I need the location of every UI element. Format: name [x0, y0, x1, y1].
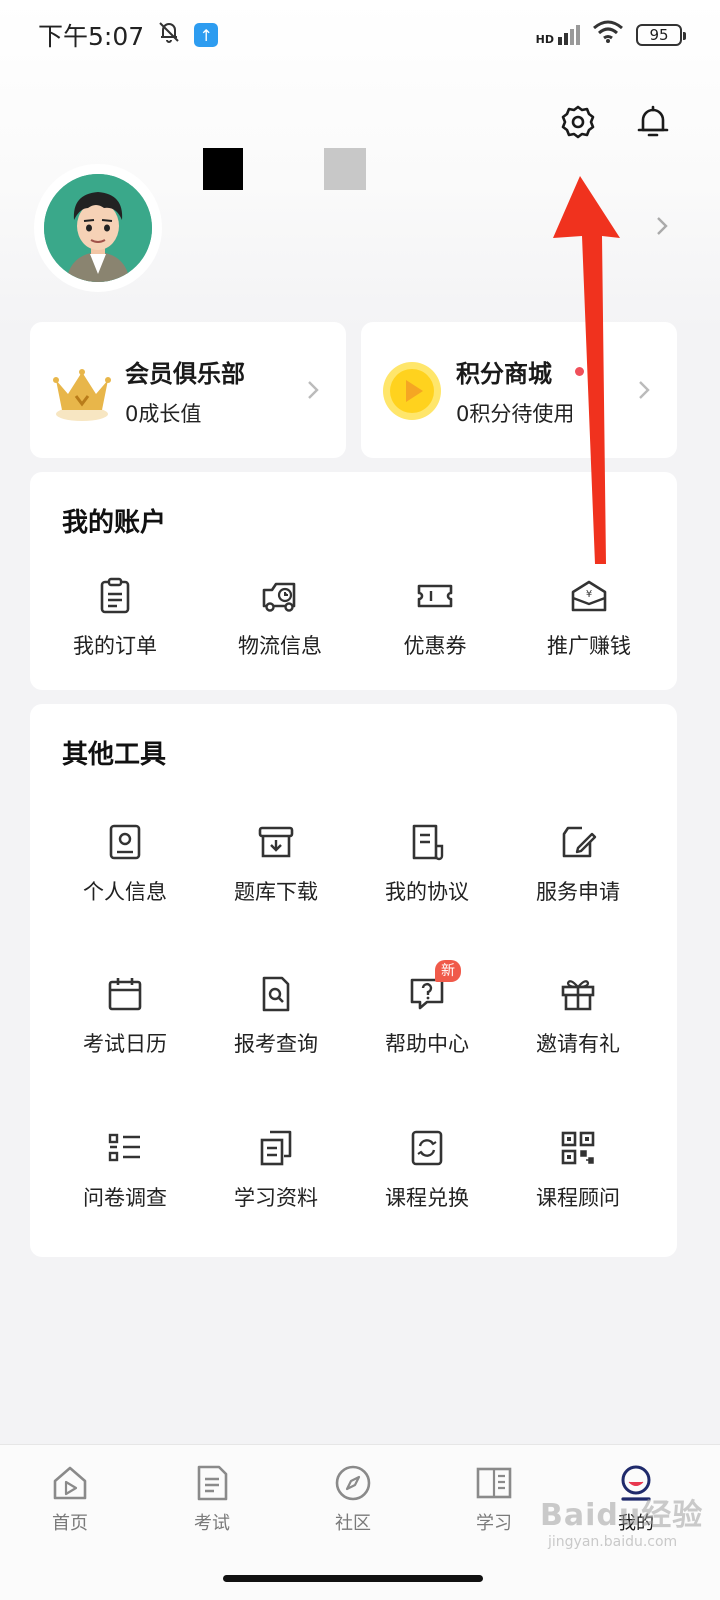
- coin-play-icon: [381, 360, 443, 422]
- tool-item-question-download[interactable]: 题库下载: [201, 822, 351, 906]
- watermark-text: Baidu经验: [540, 1498, 704, 1533]
- bell-icon: [637, 105, 669, 137]
- profile-card-icon: [109, 824, 141, 860]
- tab-label: 首页: [52, 1513, 88, 1534]
- tool-item-label: 帮助中心: [385, 1032, 469, 1056]
- tool-item-label: 邀请有礼: [536, 1032, 620, 1056]
- tab-community[interactable]: 社区: [293, 1463, 413, 1535]
- chevron-right-icon: [304, 376, 322, 404]
- calendar-icon: [108, 978, 142, 1011]
- exam-doc-icon: [197, 1465, 228, 1501]
- notification-button[interactable]: [633, 102, 673, 142]
- member-club-card[interactable]: 会员俱乐部 0成长值: [30, 322, 346, 458]
- section-title: 其他工具: [62, 740, 167, 770]
- wifi-icon: [592, 20, 624, 50]
- tool-item-study-materials[interactable]: 学习资料: [201, 1128, 351, 1212]
- watermark-sub: jingyan.baidu.com: [548, 1534, 678, 1550]
- tool-item-label: 我的协议: [385, 880, 469, 904]
- tool-item-course-exchange[interactable]: 课程兑换: [352, 1128, 502, 1212]
- member-club-title: 会员俱乐部: [125, 360, 245, 388]
- tool-item-exam-query[interactable]: 报考查询: [201, 974, 351, 1058]
- search-doc-icon: [262, 976, 290, 1012]
- tab-study[interactable]: 学习: [434, 1463, 554, 1535]
- avatar-image: [44, 174, 152, 282]
- red-arrow-annotation: [553, 176, 620, 564]
- agreement-doc-icon: [412, 824, 444, 861]
- tool-item-help-center[interactable]: 新 帮助中心: [352, 960, 502, 1058]
- tool-item-label: 学习资料: [234, 1186, 318, 1210]
- upload-notification-icon: ↑: [194, 23, 219, 47]
- gift-icon: [561, 980, 595, 1011]
- home-indicator[interactable]: [223, 1575, 483, 1582]
- exchange-icon: [411, 1130, 443, 1166]
- account-item-label: 我的订单: [73, 634, 157, 658]
- download-box-icon: [258, 826, 294, 858]
- new-badge: 新: [435, 960, 461, 982]
- status-time: 下午5:07: [38, 22, 145, 51]
- tool-item-invite-gift[interactable]: 邀请有礼: [503, 974, 653, 1058]
- tool-item-label: 服务申请: [536, 880, 620, 904]
- profile-chevron-icon[interactable]: [652, 212, 672, 240]
- tool-item-label: 报考查询: [234, 1032, 318, 1056]
- home-icon: [53, 1466, 87, 1500]
- tool-item-label: 题库下载: [234, 880, 318, 904]
- coupon-icon: [417, 584, 453, 608]
- settings-button[interactable]: [558, 102, 598, 142]
- member-club-growth: 0成长值: [125, 402, 202, 426]
- tool-item-label: 个人信息: [83, 880, 167, 904]
- crown-icon: [50, 360, 114, 424]
- edit-note-icon: [562, 826, 597, 858]
- account-item-orders[interactable]: 我的订单: [40, 576, 190, 660]
- tab-home[interactable]: 首页: [10, 1463, 130, 1535]
- book-icon: [476, 1467, 512, 1499]
- tool-item-service-request[interactable]: 服务申请: [503, 822, 653, 906]
- account-item-logistics[interactable]: 物流信息: [205, 576, 355, 660]
- svg-text:¥: ¥: [586, 589, 592, 600]
- tool-item-exam-calendar[interactable]: 考试日历: [50, 974, 200, 1058]
- tool-item-label: 课程顾问: [536, 1186, 620, 1210]
- tab-label: 社区: [335, 1513, 371, 1534]
- status-bar: 下午5:07 ↑ HD 95: [0, 0, 720, 70]
- tab-exam[interactable]: 考试: [152, 1463, 272, 1535]
- list-icon: [108, 1133, 140, 1162]
- tool-item-label: 考试日历: [83, 1032, 167, 1056]
- tool-item-course-advisor[interactable]: 课程顾问: [503, 1128, 653, 1212]
- order-clipboard-icon: [100, 577, 130, 614]
- signal-icon: HD: [536, 25, 580, 45]
- points-mall-title: 积分商城: [456, 360, 552, 388]
- gear-icon: [561, 105, 595, 139]
- other-tools-section: 其他工具 个人信息 题库下载 我的协议 服务申请 考试日历 报考查询 新 帮助中…: [30, 704, 677, 1257]
- tab-label: 考试: [194, 1513, 230, 1534]
- section-title: 我的账户: [62, 508, 167, 538]
- qr-code-icon: [561, 1131, 595, 1165]
- watermark: Baidu经验 jingyan.baidu.com: [540, 1490, 703, 1550]
- delivery-truck-icon: [262, 582, 296, 612]
- network-type: HD: [535, 33, 554, 46]
- promote-earn-icon: ¥: [571, 580, 607, 612]
- account-item-coupons[interactable]: 优惠券: [360, 576, 510, 660]
- tool-item-label: 课程兑换: [385, 1186, 469, 1210]
- redacted-username: [203, 148, 243, 190]
- tool-item-label: 问卷调查: [83, 1186, 167, 1210]
- tool-item-personal-info[interactable]: 个人信息: [50, 822, 200, 906]
- account-item-label: 推广赚钱: [547, 634, 631, 658]
- tool-item-survey[interactable]: 问卷调查: [50, 1128, 200, 1212]
- redacted-badge: [324, 148, 366, 190]
- copy-docs-icon: [260, 1130, 292, 1166]
- compass-icon: [335, 1465, 371, 1501]
- account-item-label: 优惠券: [403, 634, 467, 658]
- tool-item-my-agreement[interactable]: 我的协议: [352, 822, 502, 906]
- help-chat-icon-wrap: 新: [407, 960, 461, 1014]
- avatar[interactable]: [34, 164, 162, 292]
- account-item-label: 物流信息: [238, 634, 322, 658]
- mute-bell-icon: [156, 19, 182, 51]
- account-item-promote[interactable]: ¥ 推广赚钱: [514, 576, 664, 660]
- tab-label: 学习: [476, 1513, 512, 1534]
- battery-indicator: 95: [636, 24, 686, 46]
